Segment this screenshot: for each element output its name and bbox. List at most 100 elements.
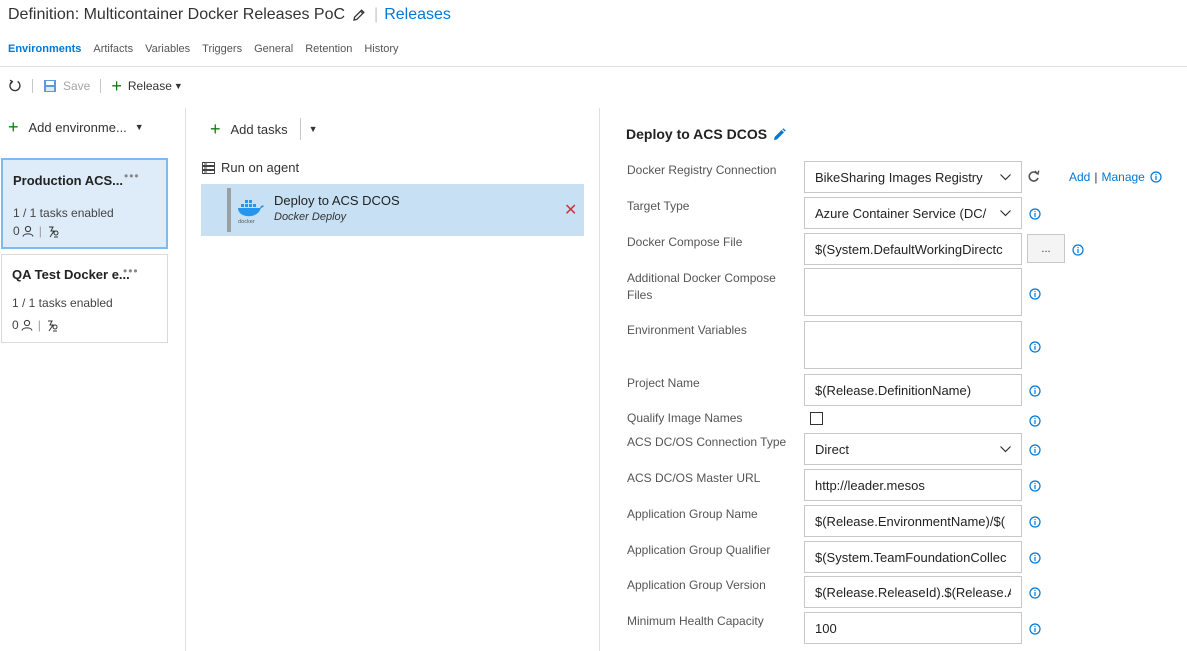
- task-name: Deploy to ACS DCOS: [274, 193, 400, 208]
- refresh-icon[interactable]: [1027, 170, 1040, 186]
- compose-file-value: $(System.DefaultWorkingDirectc: [815, 241, 1003, 257]
- add-environment-button[interactable]: + Add environme... ▼: [8, 118, 144, 136]
- info-icon[interactable]: [1029, 516, 1041, 528]
- plus-icon: +: [8, 117, 19, 137]
- add-tasks-label: Add tasks: [230, 121, 288, 137]
- group-version-value: $(Release.ReleaseId).$(Release.A: [815, 584, 1011, 600]
- min-health-input[interactable]: 100: [804, 612, 1022, 644]
- run-on-agent-label: Run on agent: [221, 160, 300, 175]
- tab-general[interactable]: General: [254, 43, 293, 55]
- docker-icon: docker: [236, 194, 266, 227]
- info-icon[interactable]: [1029, 480, 1041, 492]
- tab-variables[interactable]: Variables: [145, 43, 190, 55]
- environment-card[interactable]: Production ACS... ••• 1 / 1 tasks enable…: [1, 158, 168, 249]
- env-vars-textarea[interactable]: [804, 321, 1022, 369]
- releases-link[interactable]: Releases: [384, 6, 451, 24]
- page-header: Definition: Multicontainer Docker Releas…: [8, 4, 451, 26]
- info-icon[interactable]: [1029, 444, 1041, 456]
- qualify-images-label: Qualify Image Names: [627, 411, 743, 425]
- more-options-icon[interactable]: •••: [124, 169, 140, 183]
- tab-history[interactable]: History: [364, 43, 398, 55]
- plus-icon: +: [111, 76, 122, 96]
- group-version-label: Application Group Version: [627, 578, 766, 592]
- info-icon[interactable]: [1029, 587, 1041, 599]
- group-version-input[interactable]: $(Release.ReleaseId).$(Release.A: [804, 576, 1022, 608]
- tabs-divider: [0, 66, 1187, 67]
- info-icon[interactable]: [1029, 623, 1041, 635]
- tab-artifacts[interactable]: Artifacts: [93, 43, 133, 55]
- svg-text:docker: docker: [238, 219, 256, 224]
- task-properties-title: Deploy to ACS DCOS: [626, 126, 786, 142]
- additional-compose-label: Additional Docker Compose Files: [627, 270, 776, 304]
- environment-name: Production ACS...: [13, 173, 124, 188]
- info-icon[interactable]: [1029, 385, 1041, 397]
- environment-meta: 0 |: [12, 318, 59, 332]
- environment-status: 1 / 1 tasks enabled: [13, 206, 114, 220]
- tab-triggers[interactable]: Triggers: [202, 43, 242, 55]
- tab-retention[interactable]: Retention: [305, 43, 352, 55]
- target-type-select[interactable]: Azure Container Service (DC/: [804, 197, 1022, 229]
- registry-select[interactable]: BikeSharing Images Registry: [804, 161, 1022, 193]
- deploy-icon: [48, 226, 59, 237]
- close-icon[interactable]: ✕: [564, 200, 577, 220]
- group-name-value: $(Release.EnvironmentName)/$(: [815, 513, 1006, 529]
- chevron-down-icon: [1000, 173, 1011, 181]
- additional-compose-textarea[interactable]: [804, 268, 1022, 316]
- project-name-input[interactable]: $(Release.DefinitionName): [804, 374, 1022, 406]
- chevron-down-icon[interactable]: ▼: [309, 124, 318, 134]
- meta-separator: |: [38, 224, 42, 238]
- master-url-label: ACS DC/OS Master URL: [627, 471, 761, 485]
- release-button[interactable]: + Release ▼: [111, 77, 182, 95]
- add-link[interactable]: Add: [1069, 170, 1090, 184]
- environment-card[interactable]: QA Test Docker e... ••• 1 / 1 tasks enab…: [1, 254, 168, 343]
- refresh-icon[interactable]: [8, 79, 22, 93]
- info-icon[interactable]: [1150, 171, 1162, 183]
- browse-button[interactable]: ...: [1027, 234, 1065, 263]
- info-icon[interactable]: [1072, 244, 1084, 256]
- approvers-count: 0: [12, 318, 19, 332]
- additional-compose-label-line2: Files: [627, 288, 653, 302]
- deploy-icon: [47, 320, 58, 331]
- info-icon[interactable]: [1029, 288, 1041, 300]
- info-icon[interactable]: [1029, 341, 1041, 353]
- info-icon[interactable]: [1029, 415, 1041, 427]
- column-divider: [599, 108, 600, 651]
- run-on-agent-phase[interactable]: Run on agent: [202, 160, 299, 175]
- master-url-input[interactable]: http://leader.mesos: [804, 469, 1022, 501]
- toolbar: Save + Release ▼: [8, 76, 183, 96]
- chevron-down-icon: ▼: [173, 81, 183, 91]
- chevron-down-icon: [1000, 209, 1011, 217]
- pencil-icon[interactable]: [352, 8, 366, 22]
- group-name-label: Application Group Name: [627, 507, 758, 521]
- drag-handle[interactable]: [227, 188, 231, 232]
- qualify-images-checkbox[interactable]: [810, 412, 823, 425]
- save-button[interactable]: Save: [43, 79, 90, 93]
- additional-compose-label-line1: Additional Docker Compose: [627, 271, 776, 285]
- add-tasks-button[interactable]: + Add tasks ▼: [210, 118, 318, 140]
- task-item[interactable]: docker Deploy to ACS DCOS Docker Deploy …: [201, 184, 584, 236]
- compose-file-input[interactable]: $(System.DefaultWorkingDirectc: [804, 233, 1022, 265]
- environment-name: QA Test Docker e...: [12, 267, 130, 282]
- group-name-input[interactable]: $(Release.EnvironmentName)/$(: [804, 505, 1022, 537]
- more-options-icon[interactable]: •••: [123, 264, 139, 278]
- info-icon[interactable]: [1029, 208, 1041, 220]
- connection-type-label: ACS DC/OS Connection Type: [627, 435, 787, 449]
- add-environment-label: Add environme...: [28, 119, 127, 135]
- compose-file-label: Docker Compose File: [627, 235, 743, 249]
- info-icon[interactable]: [1029, 552, 1041, 564]
- user-icon: [21, 319, 33, 331]
- user-icon: [22, 225, 34, 237]
- env-vars-label: Environment Variables: [627, 323, 747, 337]
- registry-links: Add | Manage: [1069, 170, 1162, 184]
- min-health-label: Minimum Health Capacity: [627, 614, 764, 628]
- task-type: Docker Deploy: [274, 211, 347, 223]
- manage-link[interactable]: Manage: [1101, 170, 1144, 184]
- group-qualifier-input[interactable]: $(System.TeamFoundationCollec: [804, 541, 1022, 573]
- connection-type-select[interactable]: Direct: [804, 433, 1022, 465]
- server-icon: [202, 161, 215, 174]
- project-name-value: $(Release.DefinitionName): [815, 382, 972, 398]
- meta-separator: |: [37, 318, 41, 332]
- min-health-value: 100: [815, 620, 837, 636]
- tab-environments[interactable]: Environments: [8, 43, 81, 55]
- pencil-icon[interactable]: [773, 127, 786, 141]
